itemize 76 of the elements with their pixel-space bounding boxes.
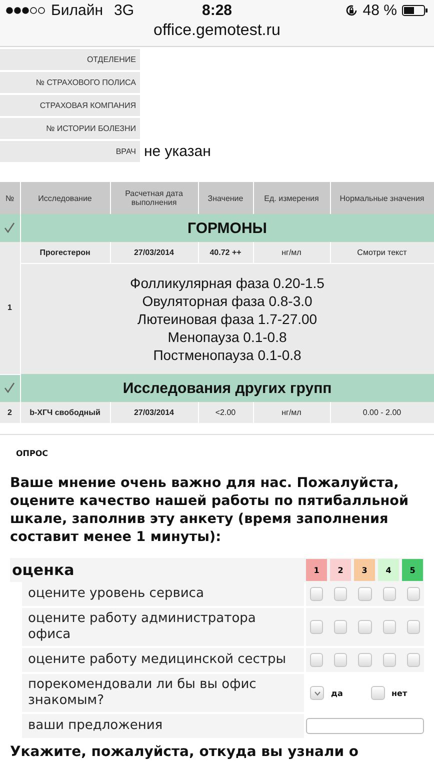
checkbox[interactable] <box>382 620 396 634</box>
signal-icon <box>6 6 46 14</box>
table-cell: b-ХГЧ свободный <box>20 402 110 424</box>
score-label: 5 <box>402 559 423 581</box>
section-title: ОПРОС <box>16 449 50 458</box>
field-label: ВРАЧ <box>116 147 136 156</box>
reference-range: Фолликулярная фаза 0.20-1.5 <box>130 275 324 291</box>
reference-range: Менопауза 0.1-0.8 <box>168 329 287 345</box>
check-icon <box>314 690 320 696</box>
checkbox[interactable] <box>334 587 348 601</box>
table-cell: нг/мл <box>253 402 330 424</box>
reference-range: Постменопауза 0.1-0.8 <box>153 347 302 363</box>
table-cell: 2 <box>0 402 20 424</box>
checkbox[interactable] <box>334 653 348 667</box>
checkbox[interactable] <box>310 653 324 667</box>
field-label: СТРАХОВАЯ КОМПАНИЯ <box>40 101 136 110</box>
field-label: ОТДЕЛЕНИЕ <box>86 55 136 64</box>
table-cell: <2.00 <box>198 402 253 424</box>
table-cell: 27/03/2014 <box>110 402 198 424</box>
table-cell: 27/03/2014 <box>110 242 198 264</box>
score-label: 4 <box>378 559 399 581</box>
network-type: 3G <box>114 2 134 18</box>
score-label: 1 <box>306 559 327 581</box>
checkbox[interactable] <box>382 587 396 601</box>
checkbox[interactable] <box>370 686 384 700</box>
checkbox[interactable] <box>406 653 420 667</box>
survey-intro: Ваше мнение очень важно для нас. Пожалуйста, оцените качество нашей работы по пятибалльной шкале, заполнив эту анкету (время заполнения составит менее 1 минуты): <box>10 474 410 546</box>
column-header: Нормальные значения <box>330 182 434 214</box>
checkbox[interactable] <box>358 587 372 601</box>
url-address[interactable]: office.gemotest.ru <box>154 20 280 46</box>
field-label: № ИСТОРИИ БОЛЕЗНИ <box>46 124 136 133</box>
rating-title: оценка <box>11 561 76 579</box>
rotation-lock-icon <box>344 4 358 16</box>
checkmark-icon <box>3 380 16 394</box>
column-header: Значение <box>198 182 253 214</box>
checkbox[interactable] <box>406 587 420 601</box>
checkbox[interactable] <box>310 587 324 601</box>
checkbox[interactable] <box>382 653 396 667</box>
table-cell: нг/мл <box>253 242 330 264</box>
table-cell: 0.00 - 2.00 <box>330 402 434 424</box>
question-text: оцените уровень сервиса <box>28 586 204 602</box>
reference-range: Овуляторная фаза 0.8-3.0 <box>142 293 312 309</box>
checkbox[interactable] <box>406 620 420 634</box>
column-header: Расчетная дата выполнения <box>110 182 198 214</box>
score-label: 2 <box>330 559 351 581</box>
checkmark-icon <box>3 220 16 234</box>
group-header: ГОРМОНЫ <box>20 214 434 242</box>
checkbox[interactable] <box>358 620 372 634</box>
checkbox[interactable] <box>334 620 348 634</box>
battery-percent: 48 % <box>362 2 397 18</box>
question-heading: Укажите, пожалуйста, откуда вы узнали о <box>10 744 360 760</box>
field-value: не указан <box>144 143 211 160</box>
checkbox[interactable] <box>310 686 324 700</box>
question-text: порекомендовали ли бы вы офис знакомым? <box>28 677 258 709</box>
table-cell: 40.72 ++ <box>198 242 253 264</box>
option-label: да <box>331 688 344 698</box>
question-text: оцените работу администратора офиса <box>28 611 257 643</box>
score-label: 3 <box>354 559 375 581</box>
column-header: № <box>0 182 20 214</box>
battery-icon <box>402 4 428 16</box>
question-text: оцените работу медицинской сестры <box>28 652 286 668</box>
checkbox[interactable] <box>310 620 324 634</box>
reference-range: Лютеиновая фаза 1.7-27.00 <box>137 311 318 327</box>
option-label: нет <box>392 688 408 698</box>
clock: 8:28 <box>202 2 232 18</box>
question-text: ваши предложения <box>28 718 163 734</box>
table-cell: Прогестерон <box>20 242 110 264</box>
table-cell: Смотри текст <box>330 242 434 264</box>
column-header: Исследование <box>20 182 110 214</box>
field-label: № СТРАХОВОГО ПОЛИСА <box>36 78 136 87</box>
group-header: Исследования других групп <box>20 374 434 402</box>
checkbox[interactable] <box>358 653 372 667</box>
column-header: Ед. измерения <box>253 182 330 214</box>
suggestions-field[interactable] <box>306 718 424 734</box>
table-cell: 1 <box>0 242 20 374</box>
carrier-name: Билайн <box>51 2 103 18</box>
